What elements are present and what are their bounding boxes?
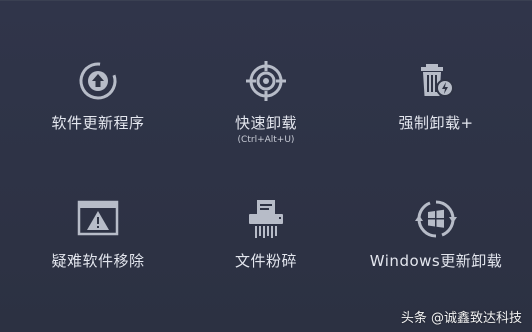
tile-label: 软件更新程序	[51, 114, 145, 132]
tile-label: 疑难软件移除	[51, 252, 145, 270]
crosshair-target-icon	[243, 58, 289, 104]
uninstaller-panel: 软件更新程序 快速卸载 (Ctrl+Alt+U) 强制卸载+ 疑难软件移除 文件…	[0, 0, 532, 332]
shortcut-hint: (Ctrl+Alt+U)	[237, 135, 295, 145]
watermark: 头条 @诚鑫致达科技	[400, 311, 522, 326]
update-arrow-circle-icon	[75, 58, 121, 104]
tile-label: 文件粉碎	[234, 252, 297, 270]
tile-software-updater[interactable]: 软件更新程序	[23, 58, 173, 168]
tile-windows-update-uninstall[interactable]: Windows更新卸载	[361, 196, 511, 306]
tile-file-shredder[interactable]: 文件粉碎	[191, 196, 341, 306]
tile-force-uninstall[interactable]: 强制卸载+	[361, 58, 511, 168]
shredder-icon	[243, 196, 289, 242]
tile-label: Windows更新卸载	[369, 252, 503, 270]
tile-label: 快速卸载	[234, 114, 297, 132]
tile-label: 强制卸载+	[398, 114, 474, 132]
tile-quick-uninstall[interactable]: 快速卸载 (Ctrl+Alt+U)	[191, 58, 341, 168]
warning-window-icon	[75, 196, 121, 242]
tools-grid: 软件更新程序 快速卸载 (Ctrl+Alt+U) 强制卸载+ 疑难软件移除 文件…	[0, 0, 532, 332]
tile-stubborn-software-removal[interactable]: 疑难软件移除	[23, 196, 173, 306]
trash-lightning-icon	[413, 58, 459, 104]
windows-refresh-icon	[413, 196, 459, 242]
